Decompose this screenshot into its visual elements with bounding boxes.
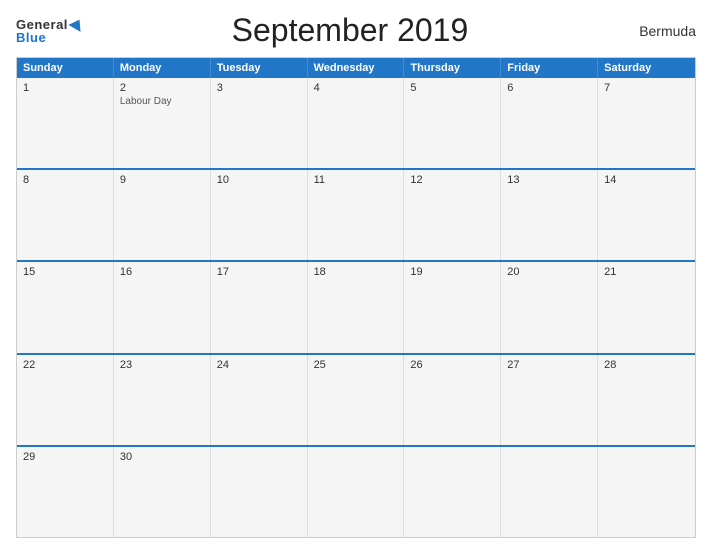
calendar-week-1: 1 2 Labour Day 3 45 6 7 <box>17 78 695 168</box>
calendar-cell <box>308 447 405 537</box>
day-number: 29 <box>23 451 107 463</box>
calendar-cell: 27 <box>501 355 598 445</box>
logo-triangle-icon <box>68 16 85 32</box>
day-number: 6 <box>507 82 591 94</box>
day-number: 22 <box>23 359 107 371</box>
calendar-cell: 20 <box>501 262 598 352</box>
calendar-cell: 7 <box>598 78 695 168</box>
calendar-cell <box>211 447 308 537</box>
logo: General Blue <box>16 18 84 44</box>
logo-blue-text: Blue <box>16 31 46 44</box>
calendar-header-saturday: Saturday <box>598 58 695 78</box>
calendar-cell: 17 <box>211 262 308 352</box>
calendar-cell: 16 <box>114 262 211 352</box>
calendar-cell: 22 <box>17 355 114 445</box>
calendar-cell: 15 <box>17 262 114 352</box>
day-number: 9 <box>120 174 204 186</box>
day-number: 14 <box>604 174 689 186</box>
calendar-title: September 2019 <box>84 12 616 49</box>
logo-general-text: General <box>16 18 68 31</box>
calendar-header-tuesday: Tuesday <box>211 58 308 78</box>
calendar-cell: 25 <box>308 355 405 445</box>
calendar-cell: 12 <box>404 170 501 260</box>
calendar-cell: 26 <box>404 355 501 445</box>
day-number: 26 <box>410 359 494 371</box>
calendar-week-5: 29 30 <box>17 445 695 537</box>
day-number: 27 <box>507 359 591 371</box>
calendar-header-monday: Monday <box>114 58 211 78</box>
day-number: 20 <box>507 266 591 278</box>
calendar-cell <box>501 447 598 537</box>
day-number: 18 <box>314 266 398 278</box>
calendar-week-4: 22 23 24 25 26 27 28 <box>17 353 695 445</box>
day-number: 3 <box>217 82 301 94</box>
day-number: 16 <box>120 266 204 278</box>
calendar-header-sunday: Sunday <box>17 58 114 78</box>
day-number: 23 <box>120 359 204 371</box>
calendar-cell: 6 <box>501 78 598 168</box>
calendar-cell: 8 <box>17 170 114 260</box>
day-number: 21 <box>604 266 689 278</box>
day-number: 30 <box>120 451 204 463</box>
calendar-cell: 24 <box>211 355 308 445</box>
day-number: 2 <box>120 82 204 94</box>
day-number: 5 <box>410 82 494 94</box>
day-number: 8 <box>23 174 107 186</box>
day-number: 17 <box>217 266 301 278</box>
calendar-cell: 11 <box>308 170 405 260</box>
calendar-cell: 19 <box>404 262 501 352</box>
calendar-cell: 29 <box>17 447 114 537</box>
day-number: 11 <box>314 174 398 186</box>
calendar-cell: 23 <box>114 355 211 445</box>
day-number: 12 <box>410 174 494 186</box>
day-number: 10 <box>217 174 301 186</box>
day-number: 1 <box>23 82 107 94</box>
day-event: Labour Day <box>120 96 204 107</box>
day-number: 15 <box>23 266 107 278</box>
calendar-cell <box>598 447 695 537</box>
calendar-cell: 3 <box>211 78 308 168</box>
calendar-header-thursday: Thursday <box>404 58 501 78</box>
calendar-header-friday: Friday <box>501 58 598 78</box>
calendar-cell: 28 <box>598 355 695 445</box>
day-number: 13 <box>507 174 591 186</box>
day-number: 7 <box>604 82 689 94</box>
calendar-week-2: 8 9 10 11 12 13 14 <box>17 168 695 260</box>
calendar-cell: 1 <box>17 78 114 168</box>
calendar-cell: 5 <box>404 78 501 168</box>
calendar-cell: 4 <box>308 78 405 168</box>
region-label: Bermuda <box>616 23 696 39</box>
calendar-body: 12Labour Day3456789101112131415161718192… <box>17 78 695 537</box>
day-number: 19 <box>410 266 494 278</box>
calendar-header-wednesday: Wednesday <box>308 58 405 78</box>
day-number: 25 <box>314 359 398 371</box>
calendar-week-3: 15 16 17 18 19 20 21 <box>17 260 695 352</box>
calendar-cell: 10 <box>211 170 308 260</box>
calendar-cell: 14 <box>598 170 695 260</box>
day-number: 28 <box>604 359 689 371</box>
day-number: 4 <box>314 82 398 94</box>
calendar: SundayMondayTuesdayWednesdayThursdayFrid… <box>16 57 696 538</box>
calendar-cell: 18 <box>308 262 405 352</box>
calendar-cell: 21 <box>598 262 695 352</box>
calendar-cell: 2 Labour Day <box>114 78 211 168</box>
calendar-cell: 30 <box>114 447 211 537</box>
calendar-cell <box>404 447 501 537</box>
header: General Blue September 2019 Bermuda <box>16 12 696 49</box>
calendar-cell: 9 <box>114 170 211 260</box>
day-number: 24 <box>217 359 301 371</box>
calendar-header-row: SundayMondayTuesdayWednesdayThursdayFrid… <box>17 58 695 78</box>
page: General Blue September 2019 Bermuda Sund… <box>0 0 712 550</box>
calendar-cell: 13 <box>501 170 598 260</box>
